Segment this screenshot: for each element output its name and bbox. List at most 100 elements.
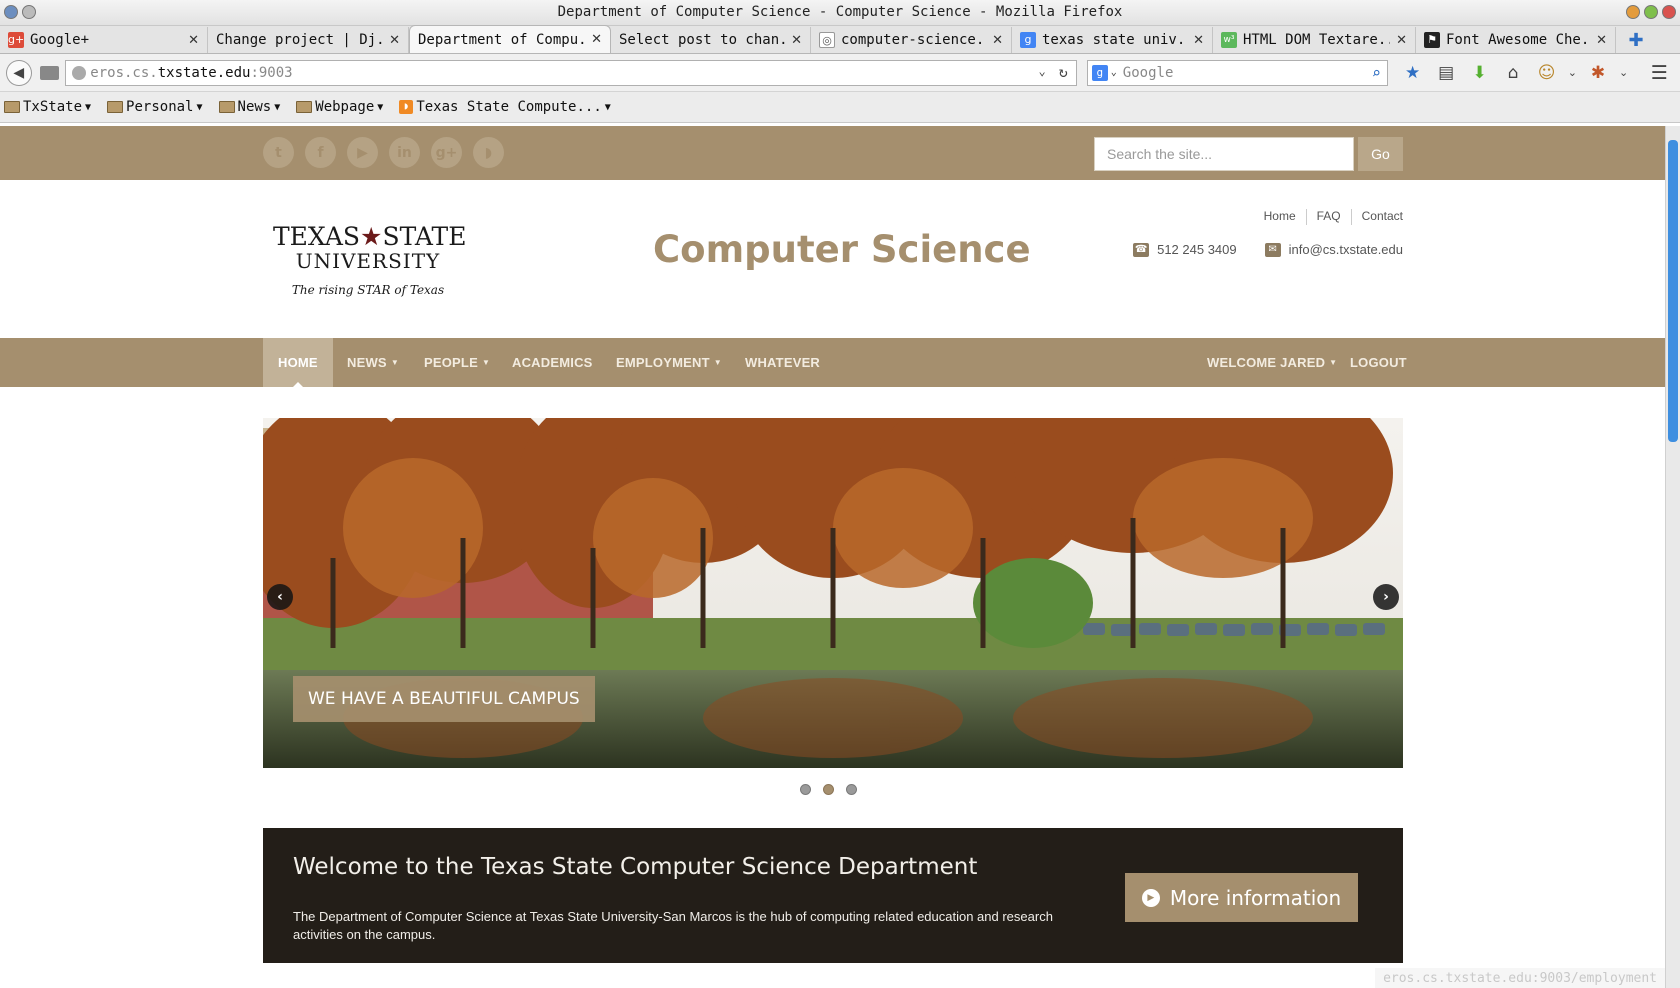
- site-top-bar: t f ▶ in g+ ◗ Search the site... Go: [0, 126, 1665, 180]
- search-placeholder: Google: [1122, 64, 1174, 81]
- tab-change-project[interactable]: Change project | Dj... ✕: [208, 27, 409, 53]
- nav-logout[interactable]: LOGOUT: [1350, 338, 1407, 387]
- chevron-down-icon[interactable]: ⌄: [1617, 60, 1631, 86]
- addon-bug-icon[interactable]: ✱: [1583, 60, 1613, 86]
- close-icon[interactable]: ✕: [188, 33, 199, 48]
- chevron-down-icon: ▼: [377, 101, 384, 113]
- identity-icon[interactable]: [39, 65, 60, 80]
- slider-dot-3[interactable]: [846, 784, 857, 795]
- chevron-down-icon: ▼: [85, 101, 92, 113]
- nav-people[interactable]: PEOPLE ▼: [424, 338, 490, 387]
- site-header: TEXAS★STATE UNIVERSITY The rising STAR o…: [0, 180, 1665, 338]
- button-label: More information: [1169, 885, 1342, 910]
- chevron-down-icon[interactable]: ⌄: [1565, 60, 1579, 86]
- slider-prev-button[interactable]: ‹: [267, 584, 293, 610]
- tab-label: Department of Compu...: [418, 31, 586, 48]
- nav-label: WHATEVER: [745, 355, 821, 370]
- util-link-home[interactable]: Home: [1264, 209, 1296, 225]
- reading-list-icon[interactable]: ▤: [1431, 60, 1461, 86]
- util-link-contact[interactable]: Contact: [1362, 209, 1403, 225]
- w3schools-icon: w³: [1221, 32, 1237, 48]
- close-icon[interactable]: ✕: [591, 32, 602, 47]
- scrollbar-thumb[interactable]: [1668, 140, 1678, 442]
- bookmark-feed-texas-state-cs[interactable]: ◗ Texas State Compute... ▼: [399, 99, 611, 115]
- bookmark-star-icon[interactable]: ★: [1398, 60, 1428, 86]
- download-icon[interactable]: ⬇: [1465, 60, 1495, 86]
- linkedin-icon[interactable]: in: [389, 137, 420, 168]
- chevron-down-icon: ▼: [604, 101, 611, 113]
- nav-academics[interactable]: ACADEMICS: [512, 338, 593, 387]
- slider-next-button[interactable]: ›: [1373, 584, 1399, 610]
- addon-face-icon[interactable]: ☺: [1532, 60, 1562, 86]
- rss-icon[interactable]: ◗: [473, 137, 504, 168]
- globe-icon: [72, 65, 87, 80]
- university-logo[interactable]: TEXAS★STATE UNIVERSITY The rising STAR o…: [273, 222, 467, 297]
- page-scrollbar[interactable]: [1665, 126, 1680, 988]
- active-caret: [292, 382, 303, 387]
- search-icon[interactable]: ⌕: [1372, 64, 1381, 82]
- facebook-icon[interactable]: f: [305, 137, 336, 168]
- tab-computer-science-repo[interactable]: ◎ computer-science... ✕: [811, 27, 1012, 53]
- maximize-button[interactable]: [1644, 5, 1658, 19]
- nav-news[interactable]: NEWS ▼: [347, 338, 399, 387]
- google-plus-icon[interactable]: g+: [431, 137, 462, 168]
- nav-whatever[interactable]: WHATEVER: [745, 338, 820, 387]
- url-host: txstate.edu: [157, 64, 251, 81]
- util-link-faq[interactable]: FAQ: [1317, 209, 1341, 225]
- divider: [1350, 209, 1352, 225]
- url-bar[interactable]: eros.cs. txstate.edu:9003 ⌄ ↻: [65, 59, 1077, 86]
- url-port: :9003: [250, 64, 293, 81]
- nav-welcome-user[interactable]: WELCOME JARED ▼: [1207, 338, 1337, 387]
- phone-icon: ☎: [1133, 242, 1150, 257]
- nav-label: NEWS: [347, 355, 387, 370]
- go-button[interactable]: Go: [1358, 137, 1403, 171]
- close-icon[interactable]: ✕: [992, 33, 1003, 48]
- bookmark-folder-personal[interactable]: Personal ▼: [107, 99, 203, 115]
- bookmark-folder-news[interactable]: News ▼: [218, 99, 281, 115]
- back-button[interactable]: ◀: [6, 59, 32, 86]
- tab-texas-state-search[interactable]: g texas state univ... ✕: [1012, 27, 1213, 53]
- site-search-input[interactable]: Search the site...: [1094, 137, 1354, 171]
- close-icon[interactable]: ✕: [1193, 33, 1204, 48]
- reload-icon[interactable]: ↻: [1059, 63, 1068, 81]
- tab-select-post[interactable]: Select post to chan... ✕: [611, 27, 811, 53]
- chevron-down-icon: ▼: [274, 101, 281, 113]
- home-icon[interactable]: ⌂: [1498, 60, 1528, 86]
- url-prefix: eros.cs.: [90, 64, 158, 81]
- hamburger-menu-icon[interactable]: ☰: [1644, 60, 1674, 86]
- chevron-down-icon: ▼: [390, 358, 399, 367]
- chevron-down-icon[interactable]: ⌄: [1111, 67, 1117, 78]
- bookmark-folder-txstate[interactable]: TxState ▼: [4, 99, 91, 115]
- nav-employment[interactable]: EMPLOYMENT ▼: [616, 338, 722, 387]
- bookmark-folder-webpage[interactable]: Webpage ▼: [296, 99, 383, 115]
- logo-text-state: STATE: [382, 222, 467, 251]
- status-bar-url: eros.cs.txstate.edu:9003/employment: [1375, 968, 1665, 988]
- tab-label: HTML DOM Textare...: [1243, 32, 1391, 48]
- window-title: Department of Computer Science - Compute…: [557, 4, 1123, 20]
- nav-home[interactable]: HOME: [263, 338, 333, 387]
- close-icon[interactable]: ✕: [1596, 33, 1607, 48]
- close-icon[interactable]: ✕: [1396, 33, 1407, 48]
- close-window-button[interactable]: [1662, 5, 1676, 19]
- twitter-icon[interactable]: t: [263, 137, 294, 168]
- tab-google-plus[interactable]: g+ Google+ ✕: [0, 27, 208, 53]
- chevron-down-icon: ▼: [481, 358, 491, 367]
- google-icon[interactable]: g: [1091, 64, 1108, 81]
- tab-department[interactable]: Department of Compu... ✕: [409, 25, 611, 53]
- chevron-down-icon[interactable]: ⌄: [1039, 64, 1046, 78]
- email-link[interactable]: info@cs.txstate.edu: [1289, 242, 1403, 257]
- youtube-icon[interactable]: ▶: [347, 137, 378, 168]
- slider-dot-1[interactable]: [800, 784, 811, 795]
- more-information-button[interactable]: ▶ More information: [1125, 873, 1358, 922]
- close-icon[interactable]: ✕: [791, 33, 802, 48]
- slider-dot-2[interactable]: [823, 784, 834, 795]
- tab-label: Font Awesome Che...: [1446, 32, 1590, 48]
- close-icon[interactable]: ✕: [389, 33, 400, 48]
- minimize-button[interactable]: [1626, 5, 1640, 19]
- tab-font-awesome[interactable]: ⚑ Font Awesome Che... ✕: [1416, 27, 1616, 53]
- slide-caption: WE HAVE A BEAUTIFUL CAMPUS: [293, 676, 595, 722]
- new-tab-icon[interactable]: ✚: [1616, 27, 1656, 53]
- folder-icon: [107, 101, 124, 113]
- search-bar[interactable]: g ⌄ Google ⌕: [1086, 59, 1388, 86]
- tab-html-dom-textarea[interactable]: w³ HTML DOM Textare... ✕: [1213, 27, 1416, 53]
